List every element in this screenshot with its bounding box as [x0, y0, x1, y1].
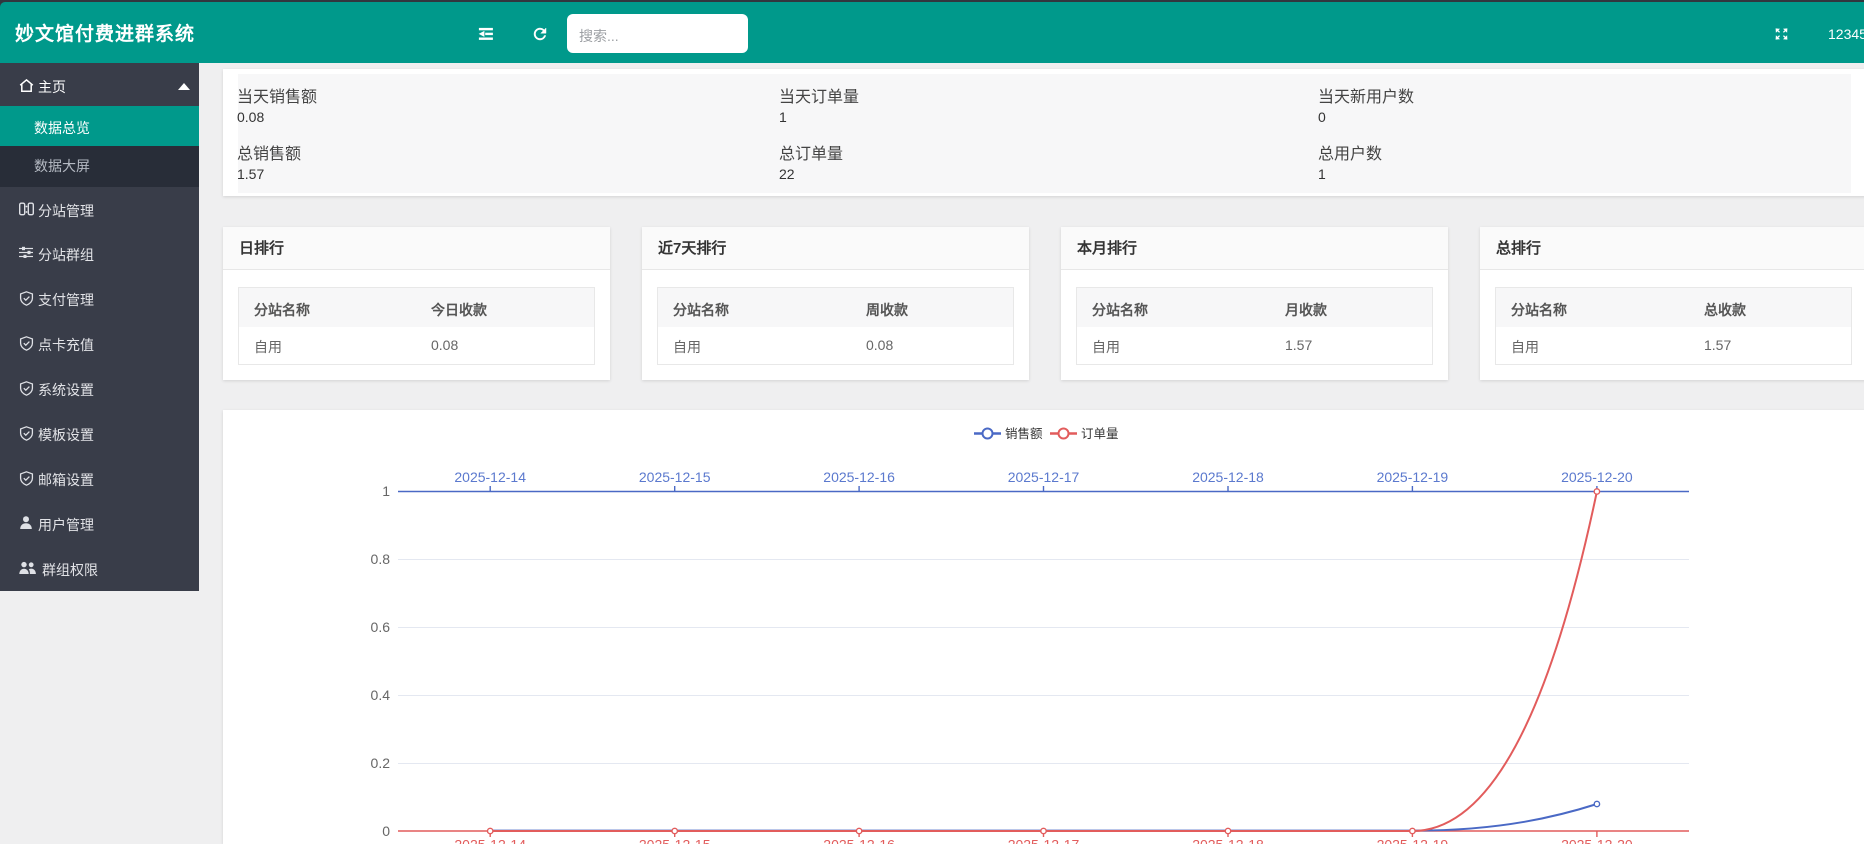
svg-text:0.6: 0.6 [371, 619, 391, 635]
svg-text:2025-12-20: 2025-12-20 [1561, 837, 1633, 844]
svg-text:2025-12-14: 2025-12-14 [454, 837, 526, 844]
svg-text:2025-12-19: 2025-12-19 [1377, 837, 1449, 844]
svg-text:订单量: 订单量 [1081, 427, 1119, 441]
svg-text:2025-12-14: 2025-12-14 [454, 469, 526, 485]
svg-text:2025-12-16: 2025-12-16 [823, 837, 895, 844]
svg-text:2025-12-15: 2025-12-15 [639, 837, 711, 844]
svg-text:2025-12-17: 2025-12-17 [1008, 469, 1080, 485]
svg-text:0: 0 [382, 823, 390, 839]
svg-text:销售额: 销售额 [1005, 426, 1043, 441]
svg-text:2025-12-20: 2025-12-20 [1561, 469, 1633, 485]
svg-text:0.8: 0.8 [371, 551, 391, 567]
svg-text:2025-12-19: 2025-12-19 [1377, 469, 1449, 485]
svg-text:2025-12-15: 2025-12-15 [639, 469, 711, 485]
svg-text:2025-12-16: 2025-12-16 [823, 469, 895, 485]
svg-text:0.2: 0.2 [371, 755, 391, 771]
svg-text:2025-12-18: 2025-12-18 [1192, 837, 1264, 844]
svg-text:2025-12-18: 2025-12-18 [1192, 469, 1264, 485]
svg-text:0.4: 0.4 [371, 687, 391, 703]
svg-text:1: 1 [382, 483, 390, 499]
svg-text:2025-12-17: 2025-12-17 [1008, 837, 1080, 844]
